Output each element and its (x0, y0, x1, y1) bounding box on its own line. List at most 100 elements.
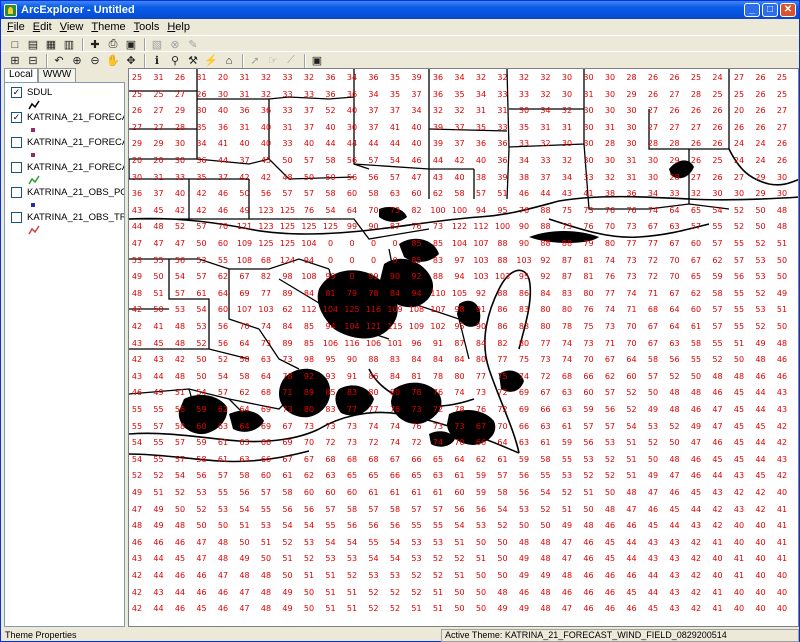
toolbar-separator (82, 37, 84, 52)
menu-edit[interactable]: Edit (33, 21, 52, 33)
wind-speed-label: 103 (258, 305, 274, 315)
select-by-graphic-icon[interactable]: ☞ (265, 53, 281, 69)
wind-speed-label: 74 (389, 438, 401, 448)
wind-speed-label: 26 (755, 73, 766, 82)
find-icon[interactable]: ⚲ (167, 53, 183, 69)
wind-speed-label: 58 (346, 504, 358, 514)
wind-speed-label: 74 (454, 388, 465, 398)
wind-speed-label: 26 (131, 106, 143, 116)
wind-speed-label: 56 (282, 504, 293, 514)
select-by-line-icon[interactable]: ⟋ (283, 53, 299, 69)
layer-visibility-checkbox[interactable] (11, 187, 22, 198)
layer-visibility-checkbox[interactable]: ✓ (11, 112, 22, 123)
wind-speed-label: 50 (153, 272, 164, 282)
tab-www[interactable]: WWW (37, 68, 77, 82)
map-tips-icon[interactable]: ⌂ (221, 53, 237, 69)
wind-speed-label: 59 (561, 438, 573, 448)
wind-speed-label: 104 (301, 239, 317, 248)
wind-speed-label: 40 (239, 139, 250, 149)
wind-speed-label: 41 (712, 537, 723, 547)
pan-arrows-icon[interactable]: ✥ (123, 53, 139, 69)
minimize-icon[interactable]: _ (744, 3, 760, 17)
wind-speed-label: 61 (432, 488, 444, 497)
wind-speed-label: 62 (712, 255, 723, 265)
wind-speed-label: 56 (217, 322, 229, 331)
undo-icon[interactable]: ↶ (51, 53, 67, 69)
wind-speed-label: 125 (301, 222, 317, 232)
wind-speed-label: 58 (497, 488, 508, 497)
measure-icon[interactable]: ⚒ (185, 53, 201, 69)
wind-speed-label: 46 (583, 571, 594, 580)
wind-speed-label: 60 (217, 305, 229, 315)
wind-speed-label: 71 (604, 338, 616, 348)
wind-speed-label: 96 (411, 338, 422, 348)
wind-speed-label: 50 (518, 521, 530, 531)
maximize-icon[interactable]: □ (762, 3, 778, 17)
wind-speed-label: 40 (755, 604, 766, 614)
wind-speed-label: 56 (174, 405, 186, 414)
menu-file[interactable]: File (7, 21, 25, 33)
wind-speed-label: 77 (260, 288, 272, 298)
wind-speed-label: 67 (604, 355, 616, 365)
map-overview-icon[interactable]: ▣ (309, 53, 325, 69)
hotlink-icon[interactable]: ⚡ (203, 53, 219, 69)
wind-speed-label: 55 (217, 488, 229, 497)
wind-speed-label: 40 (712, 554, 723, 564)
wind-speed-label: 57 (411, 504, 422, 514)
wind-speed-label: 34 (454, 73, 465, 82)
wind-speed-label: 77 (497, 355, 508, 365)
wind-speed-label: 98 (282, 272, 293, 282)
layer-visibility-checkbox[interactable]: ✓ (11, 87, 22, 98)
wind-speed-label: 121 (365, 322, 382, 331)
wind-speed-label: 67 (647, 222, 659, 232)
wind-speed-label: 116 (344, 338, 360, 348)
close-icon[interactable]: ✕ (780, 3, 796, 17)
layer-name: KATRINA_21_FORECAST_TRACK (27, 162, 124, 173)
wind-speed-label: 70 (454, 438, 465, 448)
layer-visibility-checkbox[interactable] (11, 137, 22, 148)
menu-view[interactable]: View (60, 21, 84, 33)
add-data-icon[interactable]: ⊞ (7, 53, 23, 69)
wind-speed-label: 40 (733, 537, 745, 547)
zoom-out-icon[interactable]: ⊖ (87, 53, 103, 69)
layer-visibility-checkbox[interactable] (11, 212, 22, 223)
wind-speed-label: 60 (217, 239, 229, 248)
wind-speed-label: 46 (690, 454, 702, 464)
menu-theme[interactable]: Theme (91, 21, 125, 33)
hand-pan-icon[interactable]: ✋ (105, 53, 121, 69)
wind-speed-label: 58 (239, 471, 250, 481)
wind-speed-label: 72 (325, 438, 336, 448)
wind-speed-label: 55 (712, 338, 723, 348)
wind-speed-label: 43 (669, 537, 680, 547)
remove-data-icon[interactable]: ⊟ (25, 53, 41, 69)
wind-speed-label: 60 (303, 488, 315, 497)
wind-speed-label: 39 (432, 139, 444, 149)
wind-speed-label: 77 (540, 338, 551, 348)
layer-visibility-checkbox[interactable] (11, 162, 22, 173)
menu-help[interactable]: Help (167, 21, 190, 33)
zoom-in-icon[interactable]: ⊕ (69, 53, 85, 69)
wind-speed-label: 26 (733, 122, 745, 132)
wind-speed-label: 74 (389, 421, 401, 431)
wind-speed-label: 52 (669, 371, 680, 381)
wind-speed-label: 61 (368, 488, 379, 497)
wind-speed-label: 26 (776, 139, 788, 149)
wind-speed-label: 86 (518, 288, 530, 298)
identify-icon[interactable]: ℹ (149, 53, 165, 69)
menu-tools[interactable]: Tools (134, 21, 160, 33)
select-features-icon[interactable]: ➚ (247, 53, 263, 69)
wind-speed-label: 45 (153, 205, 164, 215)
title-bar[interactable]: ArcExplorer - Untitled _ □ ✕ (1, 1, 799, 19)
map-view[interactable]: 25 31 26 31 20 31 32 33 32 36 34 36 35 39 36 34 32 32 32 32… (128, 68, 799, 627)
wind-speed-label: 82 (411, 205, 422, 215)
wind-speed-label: 40 (454, 172, 465, 182)
tab-local[interactable]: Local (4, 68, 38, 82)
wind-speed-label: 125 (322, 222, 339, 232)
wind-speed-label: 49 (540, 571, 551, 580)
wind-speed-label: 74 (604, 305, 616, 315)
wind-speed-label: 44 (755, 388, 766, 398)
wind-speed-label: 47 (669, 471, 680, 481)
wind-speed-label: 43 (712, 488, 723, 497)
wind-speed-label: 77 (647, 239, 659, 248)
wind-speed-label: 44 (626, 537, 637, 547)
